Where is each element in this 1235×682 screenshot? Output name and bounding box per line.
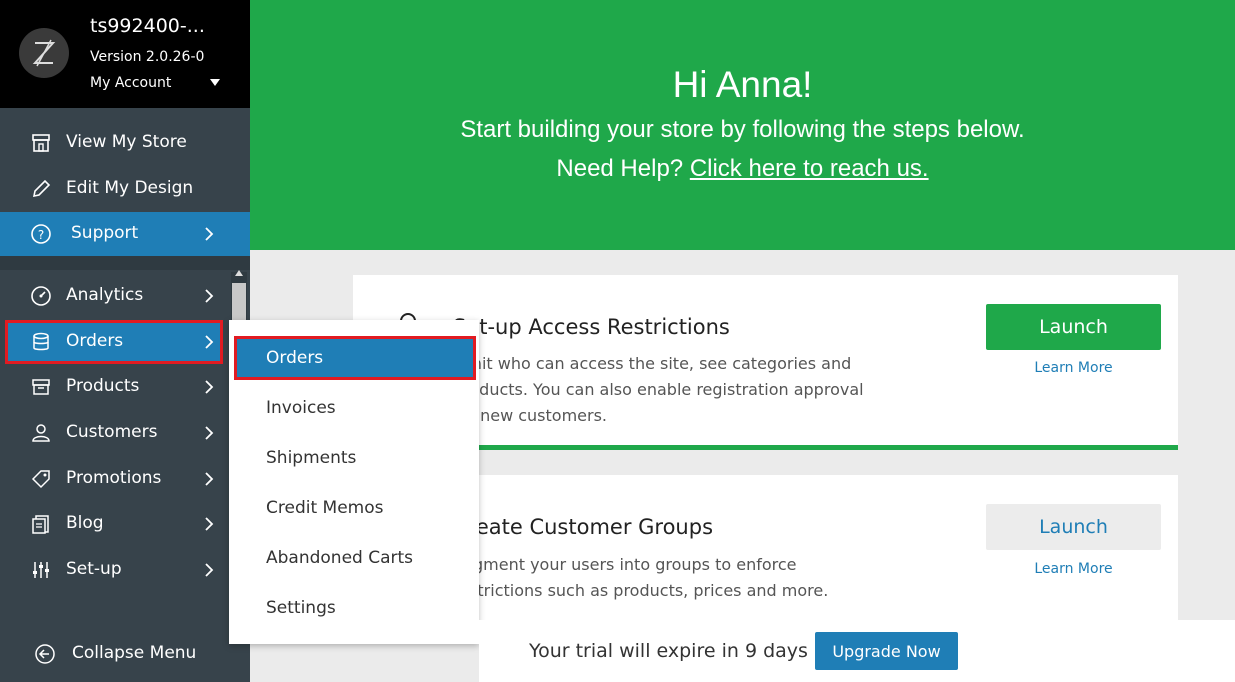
welcome-hero: Hi Anna! Start building your store by fo… <box>250 0 1235 250</box>
zoey-logo-icon[interactable] <box>19 28 69 78</box>
collapse-menu-button[interactable]: Collapse Menu <box>0 632 250 676</box>
chevron-right-icon <box>205 472 214 486</box>
sidebar-item-label: View My Store <box>66 132 187 152</box>
tag-icon <box>31 470 50 489</box>
card-description: Segment your users into groups to enforc… <box>453 555 829 600</box>
sidebar-item-blog[interactable]: Blog <box>0 502 250 546</box>
sidebar-item-label: Customers <box>66 422 158 442</box>
account-header: ts992400-... Version 2.0.26-0 My Account <box>0 0 250 108</box>
launch-button[interactable]: Launch <box>986 504 1161 550</box>
chevron-right-icon <box>205 380 214 394</box>
submenu-item-label: Abandoned Carts <box>266 548 414 568</box>
chevron-right-icon <box>205 227 214 241</box>
submenu-item-label: Orders <box>266 348 324 368</box>
svg-text:?: ? <box>38 228 44 242</box>
scrollbar-thumb[interactable] <box>232 283 246 325</box>
submenu-item-label: Shipments <box>266 448 357 468</box>
chevron-right-icon <box>205 563 214 577</box>
trial-expiry-text: Your trial will expire in 9 days <box>529 640 808 662</box>
submenu-item-abandoned-carts[interactable]: Abandoned Carts <box>229 536 479 580</box>
collapse-menu-label: Collapse Menu <box>72 643 197 663</box>
hero-help: Need Help? Click here to reach us. <box>250 155 1235 183</box>
sidebar-item-label: Products <box>66 376 140 396</box>
submenu-item-invoices[interactable]: Invoices <box>229 386 479 430</box>
sidebar-item-products[interactable]: Products <box>0 365 250 409</box>
card-title: Set-up Access Restrictions <box>453 315 730 339</box>
chevron-right-icon <box>205 517 214 531</box>
sidebar-item-label: Analytics <box>66 285 144 305</box>
scroll-up-arrow-icon[interactable] <box>235 270 243 276</box>
submenu-item-label: Settings <box>266 598 336 618</box>
sidebar-item-label: Support <box>71 223 139 243</box>
version-label: Version 2.0.26-0 <box>90 49 205 65</box>
pencil-icon <box>32 179 51 198</box>
reach-us-link[interactable]: Click here to reach us. <box>690 155 929 182</box>
sidebar-item-support[interactable]: ? Support <box>0 212 250 256</box>
sidebar-item-set-up[interactable]: Set-up <box>0 548 250 592</box>
chevron-right-icon <box>205 426 214 440</box>
caret-down-icon[interactable] <box>210 79 220 86</box>
sidebar-item-edit-my-design[interactable]: Edit My Design <box>0 167 250 211</box>
store-name: ts992400-... <box>90 15 205 37</box>
sidebar-item-label: Set-up <box>66 559 122 579</box>
document-icon <box>32 515 49 534</box>
chevron-right-icon <box>205 335 214 349</box>
chevron-right-icon <box>205 289 214 303</box>
submenu-item-settings[interactable]: Settings <box>229 586 479 630</box>
submenu-item-label: Credit Memos <box>266 498 384 518</box>
card-title: Create Customer Groups <box>453 515 714 539</box>
storefront-icon <box>32 134 50 152</box>
my-account-link[interactable]: My Account <box>90 75 171 91</box>
learn-more-link[interactable]: Learn More <box>986 360 1161 376</box>
learn-more-link[interactable]: Learn More <box>986 561 1161 577</box>
upgrade-now-button[interactable]: Upgrade Now <box>815 632 958 670</box>
orders-submenu: Orders Invoices Shipments Credit Memos A… <box>229 320 479 644</box>
sidebar-item-customers[interactable]: Customers <box>0 411 250 455</box>
box-icon <box>32 379 50 395</box>
sidebar-item-label: Promotions <box>66 468 162 488</box>
arrow-left-circle-icon <box>35 644 55 664</box>
speedometer-icon <box>31 286 51 306</box>
launch-button[interactable]: Launch <box>986 304 1161 350</box>
hero-title: Hi Anna! <box>672 64 813 105</box>
database-icon <box>33 332 49 351</box>
sidebar-item-view-my-store[interactable]: View My Store <box>0 121 250 165</box>
card-description: Limit who can access the site, see categ… <box>453 354 864 425</box>
help-circle-icon: ? <box>31 224 51 244</box>
user-icon <box>32 424 50 442</box>
submenu-item-credit-memos[interactable]: Credit Memos <box>229 486 479 530</box>
hero-subtitle: Start building your store by following t… <box>460 116 1025 143</box>
sidebar: ts992400-... Version 2.0.26-0 My Account… <box>0 0 250 682</box>
sidebar-item-label: Orders <box>66 331 124 351</box>
sidebar-item-label: Blog <box>66 513 104 533</box>
sliders-icon <box>33 562 49 578</box>
submenu-item-orders[interactable]: Orders <box>234 336 476 380</box>
help-prefix: Need Help? <box>556 155 684 182</box>
sidebar-item-orders[interactable]: Orders <box>5 320 223 364</box>
submenu-item-label: Invoices <box>266 398 336 418</box>
sidebar-item-label: Edit My Design <box>66 178 194 198</box>
sidebar-item-promotions[interactable]: Promotions <box>0 457 250 501</box>
submenu-item-shipments[interactable]: Shipments <box>229 436 479 480</box>
sidebar-divider <box>0 256 250 270</box>
sidebar-item-analytics[interactable]: Analytics <box>0 274 250 318</box>
trial-banner: Your trial will expire in 9 days Upgrade… <box>479 620 1235 682</box>
